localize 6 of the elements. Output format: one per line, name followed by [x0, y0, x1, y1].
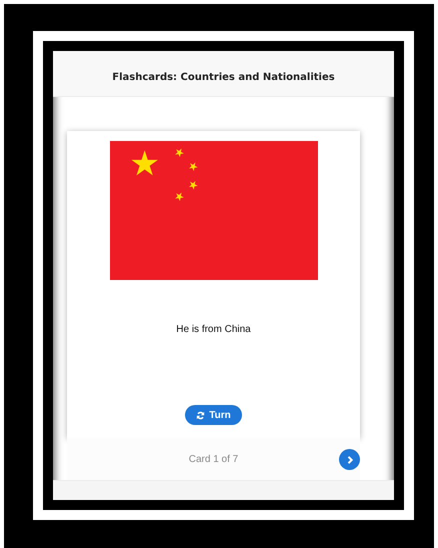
refresh-icon: [196, 410, 206, 420]
card-sentence: He is from China: [176, 324, 251, 335]
page-title: Flashcards: Countries and Nationalities: [112, 72, 335, 83]
turn-button[interactable]: Turn: [185, 405, 242, 425]
card-counter: Card 1 of 7: [188, 454, 238, 464]
next-button[interactable]: [339, 449, 360, 470]
